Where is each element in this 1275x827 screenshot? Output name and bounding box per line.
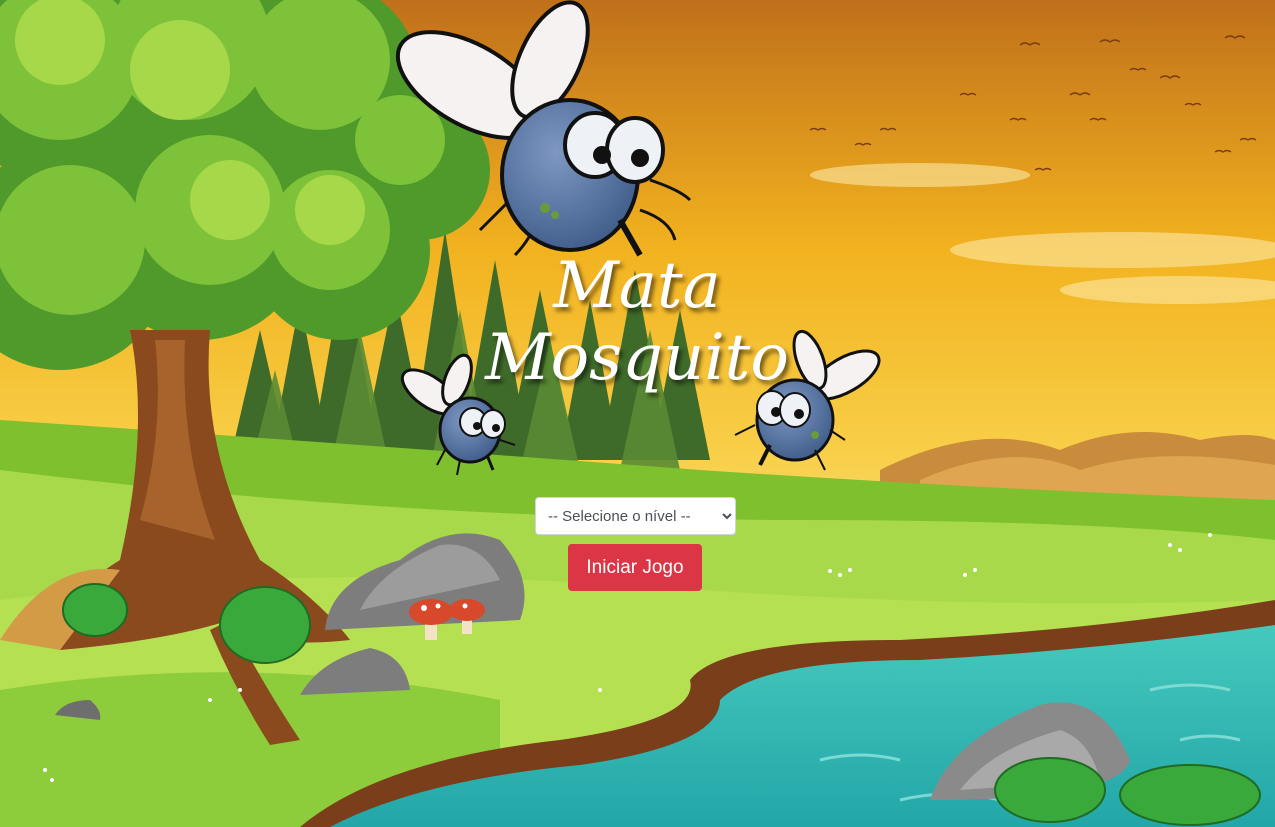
level-select[interactable]: -- Selecione o nível -- — [535, 497, 736, 535]
game-title-line1: Mata — [553, 249, 721, 323]
game-title: Mata Mosquito — [437, 250, 837, 394]
game-title-line2: Mosquito — [485, 321, 789, 395]
start-game-button[interactable]: Iniciar Jogo — [568, 544, 702, 591]
forest-river-background — [0, 0, 1275, 827]
